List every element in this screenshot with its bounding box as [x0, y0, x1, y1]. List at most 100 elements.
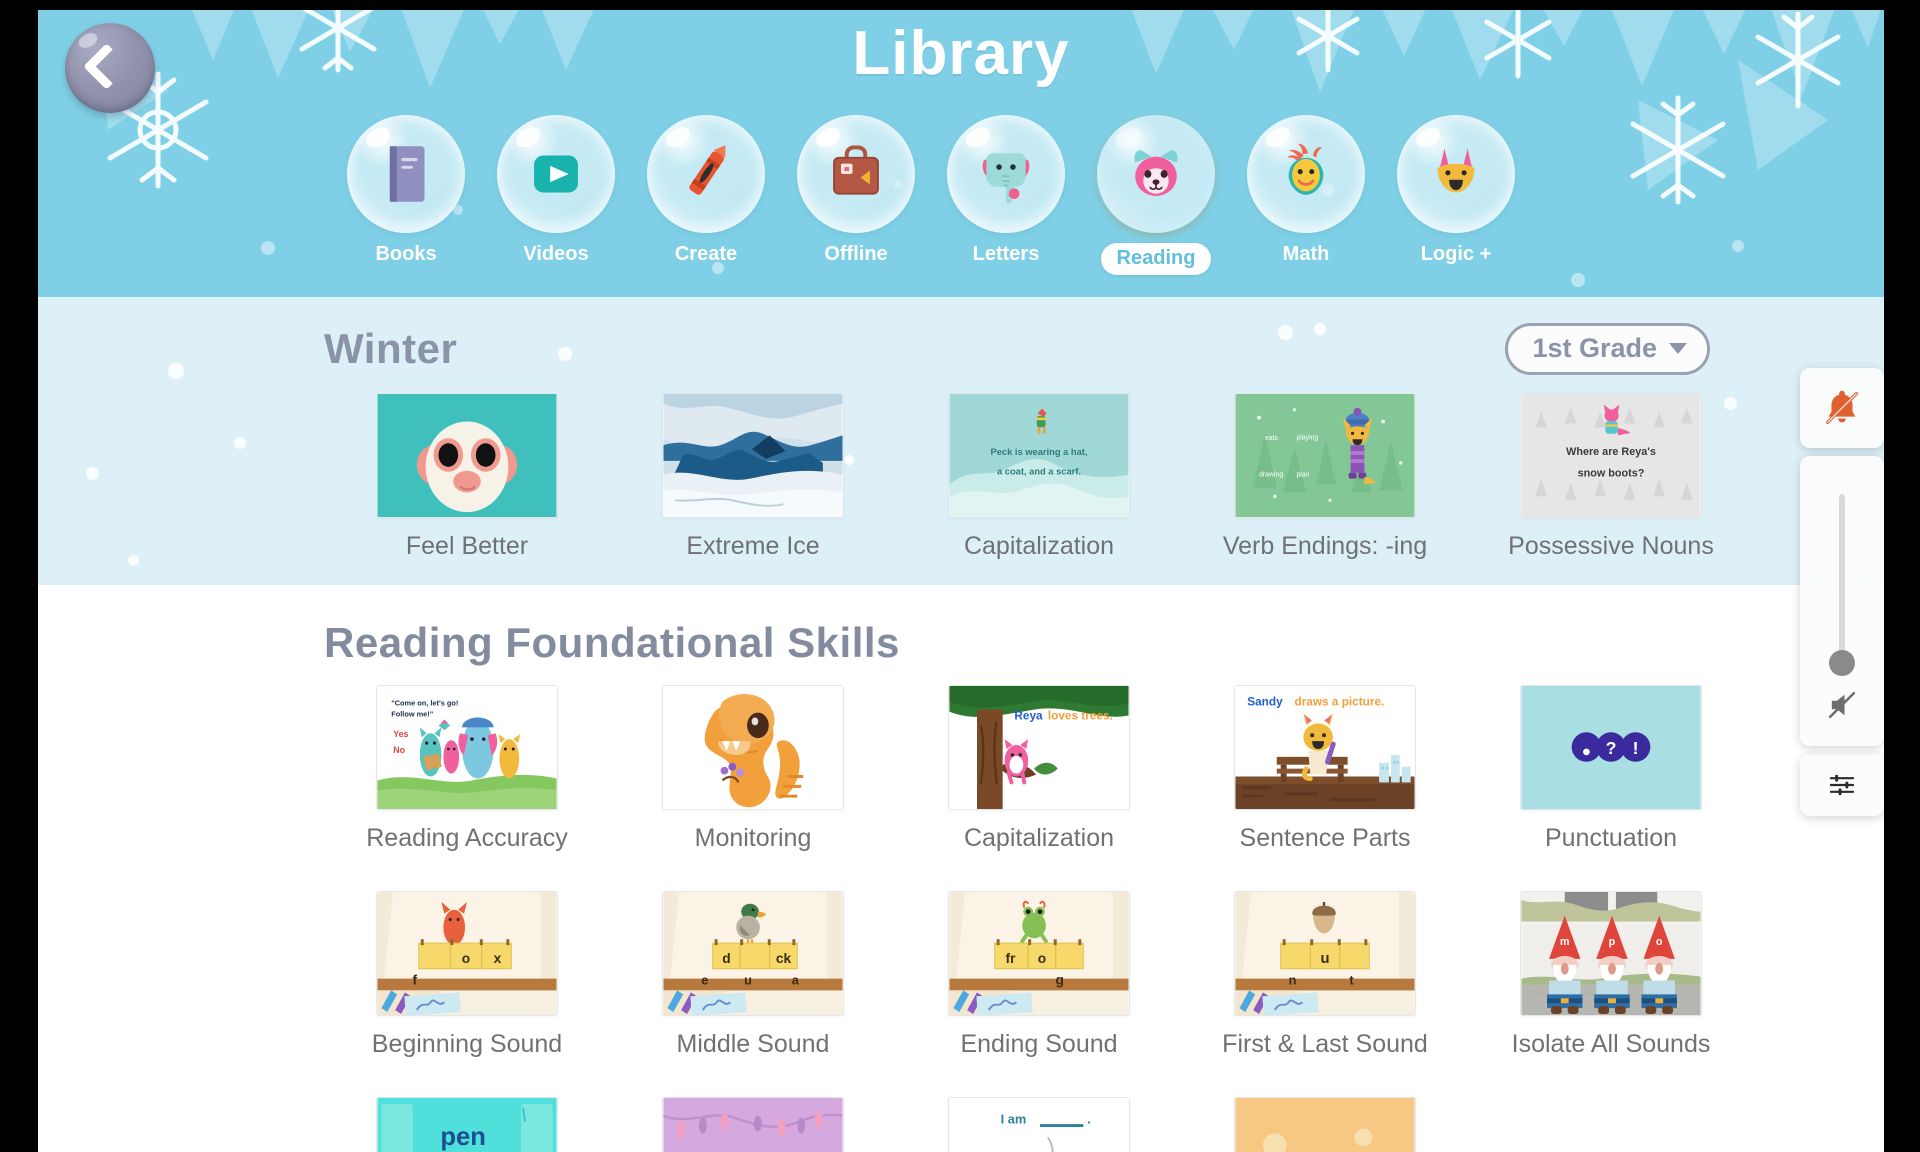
dinosaur-thumb	[663, 686, 843, 809]
nav-bubble-offline	[797, 115, 915, 233]
card-label: Feel Better	[405, 532, 529, 560]
sandy-desk-thumb: Sandy draws a picture.	[1235, 686, 1415, 809]
book-icon	[389, 146, 425, 202]
card-label: Middle Sound	[676, 1030, 830, 1058]
thumb-text-question: ?	[1606, 738, 1617, 758]
i-am-thumb: I am .	[949, 1098, 1129, 1152]
thumb-text-line1: "Come on, let's go!	[391, 699, 458, 708]
card-feel-better[interactable]: Feel Better	[324, 393, 610, 561]
card-reading-accuracy[interactable]: "Come on, let's go! Follow me!" Yes No R…	[324, 685, 610, 853]
nav-item-videos[interactable]: Videos	[495, 115, 617, 275]
nav-item-create[interactable]: Create	[645, 115, 767, 275]
nav-item-logic[interactable]: Logic +	[1395, 115, 1517, 275]
nav-item-books[interactable]: Books	[345, 115, 467, 275]
speaker-muted-icon[interactable]	[1825, 688, 1859, 722]
card-label: Possessive Nouns	[1508, 532, 1714, 560]
volume-slider-knob[interactable]	[1829, 650, 1855, 676]
card-sentence-parts[interactable]: Sandy draws a picture. Sentence Parts	[1182, 685, 1468, 853]
volume-slider-control[interactable]	[1800, 456, 1884, 746]
thumbnail: ? !	[1520, 685, 1702, 810]
card-row3-orange[interactable]	[1182, 1097, 1468, 1152]
thumbnail	[662, 685, 844, 810]
thumb-word-2: playing	[1296, 434, 1318, 441]
thumb-text-exclaim: !	[1633, 738, 1639, 758]
thumbnail	[376, 393, 558, 518]
card-row3-empty	[1468, 1097, 1754, 1152]
grade-selector-value: 1st Grade	[1532, 333, 1657, 363]
thumb-tile-g: g	[1055, 972, 1063, 987]
purple-thumb	[663, 1098, 843, 1152]
thumbnail: Reya loves trees.	[948, 685, 1130, 810]
card-isolate-all-sounds[interactable]: m p o Isolate All Sounds	[1468, 891, 1754, 1059]
letterbox-right	[1884, 0, 1920, 1152]
punctuation-thumb: ? !	[1521, 686, 1701, 809]
thumbnail: I am .	[948, 1097, 1130, 1152]
thumb-text-no: No	[393, 745, 405, 755]
main-section-header: Reading Foundational Skills	[38, 619, 1884, 667]
nav-item-offline[interactable]: Offline	[795, 115, 917, 275]
card-monitoring[interactable]: Monitoring	[610, 685, 896, 853]
skills-row-3: pen I am .	[38, 1097, 1884, 1152]
card-beginning-sound[interactable]: o x f Beginning Sound	[324, 891, 610, 1059]
grade-selector[interactable]: 1st Grade	[1505, 323, 1710, 375]
thumb-tile-e: e	[701, 972, 708, 987]
notifications-mute-button[interactable]	[1800, 368, 1884, 448]
app-stage: Library Books Videos Create Offline Lett…	[38, 0, 1884, 1152]
nav-item-reading[interactable]: Reading	[1095, 115, 1217, 275]
card-label: First & Last Sound	[1222, 1030, 1428, 1058]
section-reading-foundational-skills: Reading Foundational Skills "Come on, le…	[38, 585, 1884, 1152]
thumb-text-draws: draws a picture.	[1294, 695, 1384, 709]
card-capitalization-winter[interactable]: Peck is wearing a hat, a coat, and a sca…	[896, 393, 1182, 561]
card-row3-pen[interactable]: pen	[324, 1097, 610, 1152]
section-title-winter: Winter	[324, 325, 458, 372]
letterbox-left	[0, 0, 38, 1152]
nav-item-letters[interactable]: Letters	[945, 115, 1067, 275]
card-middle-sound[interactable]: d ck e u a Middle Sound	[610, 891, 896, 1059]
thumbnail: eats playing drawing plan	[1234, 393, 1416, 518]
volume-slider-track[interactable]	[1829, 494, 1855, 676]
thumb-text-period: .	[1087, 1112, 1091, 1127]
thumb-tile-t: t	[1349, 972, 1354, 987]
card-possessive-nouns[interactable]: Where are Reya's snow boots? Possessive …	[1468, 393, 1754, 561]
thumb-tile-o: o	[462, 951, 470, 966]
card-row3-i-am[interactable]: I am .	[896, 1097, 1182, 1152]
nav-item-math[interactable]: Math	[1245, 115, 1367, 275]
thumbnail: Where are Reya's snow boots?	[1520, 393, 1702, 518]
elephant-icon	[982, 153, 1030, 204]
equalizer-button[interactable]	[1800, 754, 1884, 816]
card-ending-sound[interactable]: fr o g Ending Sound	[896, 891, 1182, 1059]
thumbnail	[662, 1097, 844, 1152]
suitcase-icon	[833, 145, 879, 195]
thumbnail: pen	[376, 1097, 558, 1152]
thumb-text-pen: pen	[440, 1123, 485, 1151]
section-winter: Winter 1st Grade Feel Better Extreme Ice…	[38, 297, 1884, 585]
thumb-tile-d: d	[722, 951, 730, 966]
card-label: Ending Sound	[960, 1030, 1118, 1058]
card-punctuation[interactable]: ? ! Punctuation	[1468, 685, 1754, 853]
card-label: Punctuation	[1544, 824, 1678, 852]
thumb-text-line2: Follow me!"	[391, 710, 434, 719]
gnome-letter-p: p	[1609, 936, 1616, 948]
app-header: Library Books Videos Create Offline Lett…	[38, 0, 1884, 297]
thumb-word-4: plan	[1296, 472, 1309, 479]
nav-bubble-logic	[1397, 115, 1515, 233]
nav-label-reading: Reading	[1100, 243, 1212, 275]
card-extreme-ice[interactable]: Extreme Ice	[610, 393, 896, 561]
app-root: Library Books Videos Create Offline Lett…	[0, 0, 1920, 1152]
characters-thumb: "Come on, let's go! Follow me!" Yes No	[377, 686, 557, 809]
thumb-text-line2: a coat, and a scarf.	[997, 467, 1081, 477]
equalizer-icon	[1829, 774, 1855, 796]
fox-tiles-thumb: o x f	[377, 892, 557, 1015]
card-label: Sentence Parts	[1239, 824, 1411, 852]
card-row3-purple[interactable]	[610, 1097, 896, 1152]
card-first-last-sound[interactable]: u n t First & Last Sound	[1182, 891, 1468, 1059]
nav-label-math: Math	[1282, 243, 1330, 265]
skills-row-2: o x f Beginning Sound d ck e u a Middle …	[38, 891, 1884, 1059]
nav-bubble-reading	[1097, 115, 1215, 233]
glacier-photo-thumb	[663, 394, 843, 517]
nav-label-offline: Offline	[824, 243, 888, 265]
thumb-text-i-am: I am	[1001, 1112, 1027, 1127]
card-verb-endings[interactable]: eats playing drawing plan Verb Endings: …	[1182, 393, 1468, 561]
card-capitalization-skill[interactable]: Reya loves trees. Capitalization	[896, 685, 1182, 853]
nav-label-videos: Videos	[523, 243, 589, 265]
